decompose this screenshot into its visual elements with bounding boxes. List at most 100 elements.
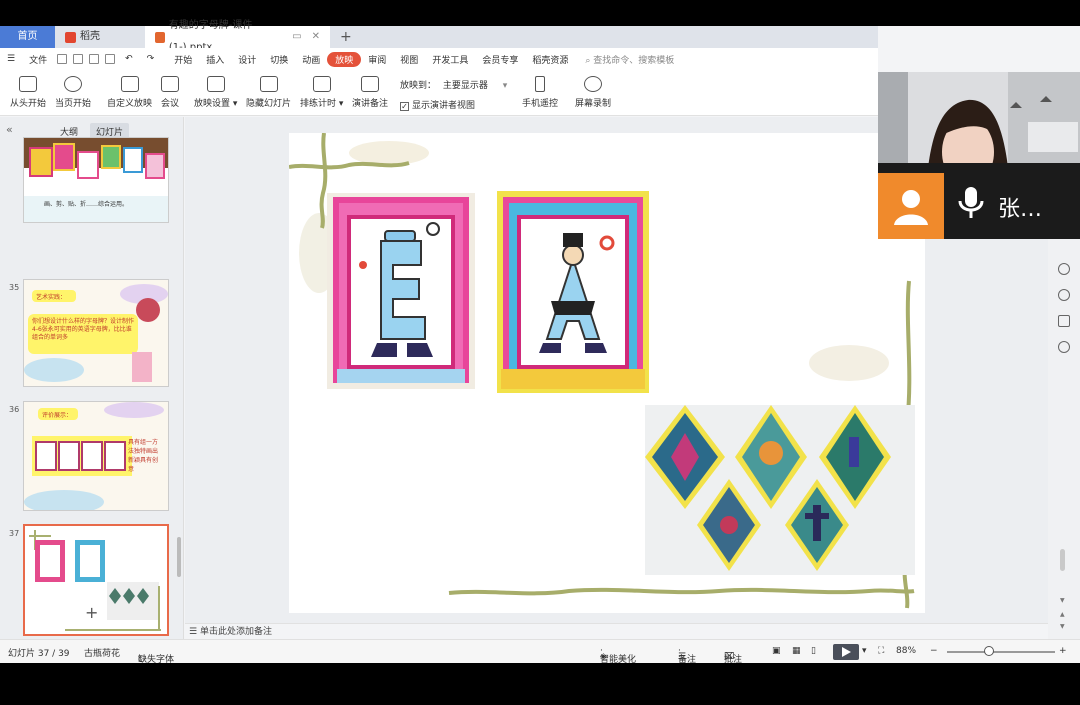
- menu-item[interactable]: 审阅: [361, 53, 393, 66]
- scroll-down-icon[interactable]: ▼: [1060, 597, 1065, 604]
- tab-daoke-label: 稻壳: [80, 31, 100, 42]
- beautify-label: 智能美化: [600, 655, 637, 665]
- reading-view-icon[interactable]: ▯: [811, 646, 816, 656]
- fit-icon[interactable]: ⛶: [878, 646, 884, 656]
- collapse-panel-icon[interactable]: «: [6, 123, 13, 136]
- hide-slide-label: 隐藏幻灯片: [246, 99, 292, 109]
- screen-record-button[interactable]: 屏幕录制: [575, 76, 611, 109]
- microphone-icon[interactable]: [956, 185, 986, 221]
- from-start-label: 从头开始: [10, 99, 47, 109]
- slide-35-title: 艺术实践：: [36, 294, 67, 301]
- slide-36-title: 评价展示：: [42, 412, 73, 419]
- tab-home[interactable]: 首页: [0, 26, 55, 48]
- theme-name[interactable]: 古瓶荷花: [84, 646, 120, 659]
- tab-daoke[interactable]: 稻壳: [55, 26, 145, 48]
- play-dropdown-icon[interactable]: ▾: [862, 646, 867, 656]
- menu-item[interactable]: 放映: [327, 51, 362, 67]
- presenter-view-checkbox[interactable]: ✓ 显示演讲者视图: [400, 98, 475, 111]
- person-silhouette-icon: [894, 190, 928, 225]
- zoom-slider-knob[interactable]: [984, 646, 994, 656]
- redo-icon[interactable]: ↷: [140, 54, 162, 64]
- record-icon: [584, 76, 602, 92]
- zoom-slider-track[interactable]: [947, 651, 1055, 653]
- menu-item[interactable]: 稻壳资源: [525, 53, 575, 66]
- from-start-button[interactable]: 从头开始: [10, 76, 46, 109]
- phone-remote-button[interactable]: 手机遥控: [522, 76, 558, 109]
- meeting-icon: [161, 76, 179, 92]
- normal-view-icon[interactable]: ▣: [772, 646, 781, 656]
- slide-thumbnail-36[interactable]: 评价展示： 具有组一方法独特画出新颖具有创意: [23, 401, 169, 511]
- export-icon[interactable]: [73, 54, 84, 64]
- save-icon[interactable]: [57, 54, 68, 64]
- notes-toggle[interactable]: ☰ 备注 ·: [678, 646, 696, 665]
- comments-label: 批注: [724, 655, 743, 665]
- canvas-scrollbar-thumb[interactable]: [1060, 549, 1065, 571]
- speaker-notes-label: 演讲备注: [352, 99, 389, 109]
- notes-icon: ☰: [189, 627, 200, 637]
- command-search[interactable]: ⌕ 查找命令、搜索模板: [585, 53, 674, 66]
- show-to-row: 放映到： 主要显示器 ▾: [400, 78, 507, 91]
- meeting-button[interactable]: 会议: [161, 76, 179, 109]
- menu-item[interactable]: 开始: [167, 53, 199, 66]
- caller-tile[interactable]: 张…: [878, 163, 1080, 239]
- close-tab-icon[interactable]: ✕: [312, 26, 320, 48]
- slide-number-36: 36: [9, 405, 20, 414]
- command-search-label: 查找命令、搜索模板: [593, 55, 675, 66]
- menu-item[interactable]: 会员专享: [475, 53, 525, 66]
- slide-number-37: 37: [9, 529, 20, 538]
- window-icon[interactable]: ▭: [292, 26, 301, 48]
- notes-pane[interactable]: ☰ 单击此处添加备注: [185, 623, 1048, 639]
- slide-thumbnail-35[interactable]: 艺术实践： 你们想设计什么样的字母牌？设计制作4-6张永可实用的英语字母牌，比比…: [23, 279, 169, 387]
- screen-play-icon: [19, 76, 37, 92]
- new-tab-button[interactable]: +: [330, 26, 362, 48]
- tab-document[interactable]: 有趣的字母牌-课件(1-).pptx ▭ ✕: [145, 20, 330, 53]
- from-current-label: 当页开始: [55, 99, 92, 109]
- next-slide-icon[interactable]: ▼: [1060, 623, 1065, 630]
- beautify-button[interactable]: ◈ 智能美化 ·: [600, 646, 636, 665]
- panel-scrollbar[interactable]: [177, 537, 181, 577]
- hamburger-icon[interactable]: ☰: [0, 54, 22, 64]
- prev-slide-icon[interactable]: ▲: [1060, 611, 1065, 618]
- menu-item[interactable]: 插入: [199, 53, 231, 66]
- grid-view-icon[interactable]: ▦: [792, 646, 801, 656]
- current-slide-37[interactable]: [289, 133, 925, 613]
- menu-item[interactable]: 设计: [231, 53, 263, 66]
- print-icon[interactable]: [89, 54, 100, 64]
- add-slide-button[interactable]: +: [85, 603, 98, 622]
- menu-item[interactable]: 开发工具: [425, 53, 475, 66]
- chevron-down-icon: ▾: [502, 81, 508, 91]
- meeting-label: 会议: [161, 99, 180, 109]
- speaker-notes-button[interactable]: 演讲备注: [352, 76, 388, 109]
- zoom-level[interactable]: 88%: [896, 646, 916, 656]
- menu-item[interactable]: 切换: [263, 53, 295, 66]
- menu-file[interactable]: 文件: [22, 53, 54, 66]
- screen-record-label: 屏幕录制: [575, 99, 612, 109]
- slides-panel: « 大纲 幻灯片 画、剪、贴、折……综合运用。 35 艺术实践： 你们想设计什么…: [0, 117, 184, 639]
- notes-toggle-label: 备注: [678, 655, 697, 665]
- custom-show-button[interactable]: 自定义放映: [107, 76, 152, 109]
- undo-icon[interactable]: ↶: [118, 54, 140, 64]
- preview-icon[interactable]: [105, 54, 116, 64]
- style-icon[interactable]: [1058, 315, 1070, 327]
- hide-slide-button[interactable]: 隐藏幻灯片: [246, 76, 291, 109]
- crop-icon[interactable]: [1058, 263, 1070, 275]
- menu-item[interactable]: 动画: [295, 53, 327, 66]
- help-icon[interactable]: [1058, 289, 1070, 301]
- show-settings-button[interactable]: 放映设置 ▾: [194, 76, 237, 109]
- rehearse-button[interactable]: 排练计时 ▾: [300, 76, 343, 109]
- notes-icon: [361, 76, 379, 92]
- phone-remote-label: 手机遥控: [522, 99, 559, 109]
- slide-thumbnail-34[interactable]: 画、剪、贴、折……综合运用。: [23, 137, 169, 223]
- slide-artwork: [289, 133, 915, 609]
- settings-screen-icon: [206, 76, 225, 92]
- show-to-select[interactable]: 主要显示器 ▾: [443, 81, 507, 91]
- slide-counter: 幻灯片 37 / 39: [8, 649, 70, 659]
- zoom-in-button[interactable]: +: [1059, 646, 1067, 656]
- location-icon[interactable]: [1058, 341, 1070, 353]
- status-bar: 幻灯片 37 / 39 古瓶荷花 Ꞇ 缺失字体 ◈ 智能美化 · ☰ 备注 · …: [0, 639, 1080, 665]
- zoom-out-button[interactable]: −: [930, 646, 938, 656]
- presenter-view-label: 显示演讲者视图: [412, 101, 476, 111]
- from-current-button[interactable]: 当页开始: [55, 76, 91, 109]
- menu-item[interactable]: 视图: [393, 53, 425, 66]
- play-slideshow-button[interactable]: [833, 644, 859, 660]
